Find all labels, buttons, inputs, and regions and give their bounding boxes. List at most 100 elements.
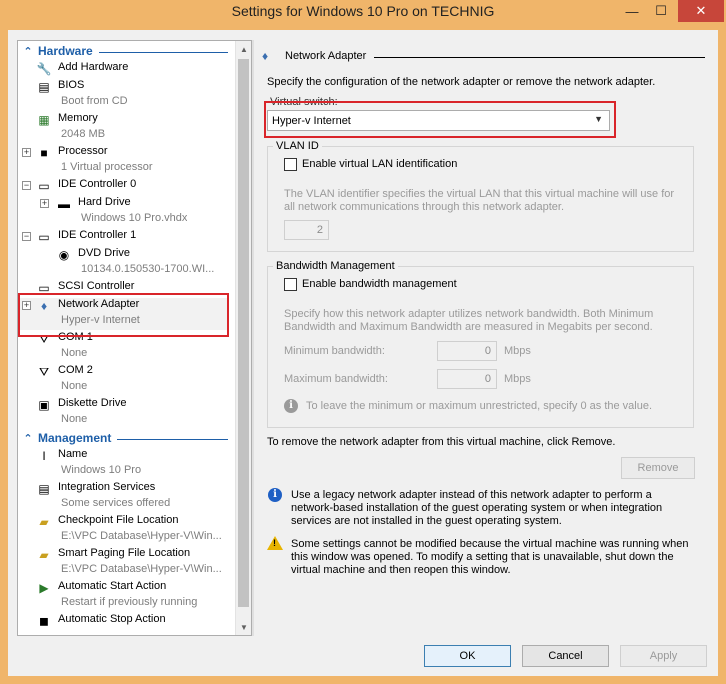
- tree-item-label: Checkpoint File Location: [58, 514, 179, 526]
- settings-tree: ⌃ Hardware 🔧 Add Hardware ▤ BIOS Boot fr…: [17, 40, 252, 636]
- tree-item-label: BIOS: [58, 79, 85, 91]
- tree-item-smart-paging-file-location[interactable]: ▰ Smart Paging File Location E:\VPC Data…: [18, 547, 228, 579]
- hard-drive-icon: ▬: [58, 197, 70, 211]
- tree-item-sub: Restart if previously running: [61, 596, 198, 608]
- tree-item-hard-drive[interactable]: + ▬ Hard Drive Windows 10 Pro.vhdx: [18, 196, 228, 228]
- enable-bandwidth-checkbox[interactable]: [284, 278, 297, 291]
- vlan-group-title: VLAN ID: [273, 140, 322, 152]
- enable-vlan-label: Enable virtual LAN identification: [302, 158, 458, 170]
- client-area: ⌃ Hardware 🔧 Add Hardware ▤ BIOS Boot fr…: [8, 30, 718, 676]
- folder-icon: ▰: [39, 515, 49, 529]
- panel-header: ♦ Network Adapter: [255, 48, 705, 64]
- tree-item-sub: Windows 10 Pro: [61, 464, 142, 476]
- remove-instructions: To remove the network adapter from this …: [267, 436, 616, 448]
- cancel-button[interactable]: Cancel: [522, 645, 609, 667]
- collapse-icon: ⌃: [23, 45, 33, 58]
- dvd-drive-icon: ◉: [58, 248, 70, 262]
- tree-item-label: SCSI Controller: [58, 280, 135, 292]
- tree-item-label: Automatic Stop Action: [58, 613, 166, 625]
- tree-item-label: Memory: [58, 112, 98, 124]
- tree-item-bios[interactable]: ▤ BIOS Boot from CD: [18, 79, 228, 111]
- tree-item-integration-services[interactable]: ▤ Integration Services Some services off…: [18, 481, 228, 513]
- min-bandwidth-unit: Mbps: [504, 345, 531, 357]
- apply-button[interactable]: Apply: [620, 645, 707, 667]
- tree-item-name[interactable]: I Name Windows 10 Pro: [18, 448, 228, 480]
- dialog-button-bar: OK Cancel Apply: [8, 636, 718, 676]
- tree-item-label: Hard Drive: [78, 196, 131, 208]
- info-icon: i: [284, 399, 298, 413]
- scroll-up-icon[interactable]: ▲: [236, 41, 251, 57]
- network-adapter-icon: ♦: [261, 49, 269, 63]
- legacy-adapter-info: Use a legacy network adapter instead of …: [291, 489, 663, 527]
- ide-controller-icon: ▭: [38, 230, 50, 244]
- collapse-node-icon[interactable]: −: [22, 232, 31, 241]
- tree-item-label: Name: [58, 448, 88, 460]
- collapse-node-icon[interactable]: −: [22, 181, 31, 190]
- expand-icon[interactable]: +: [22, 148, 31, 157]
- info-icon: i: [268, 488, 282, 502]
- running-vm-warning: Some settings cannot be modified because…: [291, 538, 689, 576]
- pane-splitter[interactable]: [252, 40, 254, 636]
- processor-icon: ■: [40, 146, 48, 160]
- tree-item-label: Diskette Drive: [58, 397, 127, 409]
- tree-item-label: IDE Controller 1: [58, 229, 137, 241]
- vlan-id-input[interactable]: 2: [284, 220, 329, 240]
- management-section-header[interactable]: ⌃ Management: [18, 430, 228, 446]
- min-bandwidth-label: Minimum bandwidth:: [284, 345, 385, 357]
- tree-scrollbar[interactable]: ▲ ▼: [235, 41, 251, 635]
- hardware-section-header[interactable]: ⌃ Hardware: [18, 43, 228, 59]
- tree-item-sub: None: [61, 413, 88, 425]
- details-pane: ♦ Network Adapter Specify the configurat…: [255, 40, 711, 636]
- tree-item-sub: Some services offered: [61, 497, 171, 509]
- enable-vlan-checkbox[interactable]: [284, 158, 297, 171]
- minimize-button[interactable]: —: [621, 0, 643, 22]
- tree-item-sub: E:\VPC Database\Hyper-V\Win...: [61, 563, 222, 575]
- bandwidth-group-title: Bandwidth Management: [273, 260, 398, 272]
- tree-item-sub: 1 Virtual processor: [61, 161, 153, 173]
- tree-item-label: Automatic Start Action: [58, 580, 167, 592]
- tree-item-sub: E:\VPC Database\Hyper-V\Win...: [61, 530, 222, 542]
- diskette-icon: ▣: [38, 398, 50, 412]
- tree-item-com-2[interactable]: ⛛ COM 2 None: [18, 364, 228, 396]
- tree-item-sub: 10134.0.150530-1700.WI...: [81, 263, 215, 275]
- remove-button[interactable]: Remove: [621, 457, 695, 479]
- vlan-group: VLAN ID Enable virtual LAN identificatio…: [267, 140, 694, 252]
- tree-item-sub: None: [61, 347, 88, 359]
- highlight-box: [18, 293, 229, 337]
- tree-item-diskette-drive[interactable]: ▣ Diskette Drive None: [18, 397, 228, 429]
- tree-item-memory[interactable]: ▦ Memory 2048 MB: [18, 112, 228, 144]
- tree-item-processor[interactable]: + ■ Processor 1 Virtual processor: [18, 145, 228, 177]
- memory-icon: ▦: [38, 113, 50, 127]
- maximize-button[interactable]: ☐: [650, 0, 672, 22]
- close-button[interactable]: ✕: [678, 0, 724, 22]
- ide-controller-icon: ▭: [38, 179, 50, 193]
- scrollbar-thumb[interactable]: [238, 59, 249, 607]
- settings-window: Settings for Windows 10 Pro on TECHNIG —…: [0, 0, 726, 684]
- panel-title: Network Adapter: [285, 50, 367, 62]
- min-bandwidth-input[interactable]: 0: [437, 341, 497, 361]
- tree-item-sub: Boot from CD: [61, 95, 128, 107]
- ok-button[interactable]: OK: [424, 645, 511, 667]
- title-bar[interactable]: Settings for Windows 10 Pro on TECHNIG —…: [0, 0, 726, 26]
- max-bandwidth-label: Maximum bandwidth:: [284, 373, 388, 385]
- tree-item-label: Add Hardware: [58, 61, 129, 73]
- management-section-label: Management: [38, 431, 112, 445]
- tree-item-checkpoint-file-location[interactable]: ▰ Checkpoint File Location E:\VPC Databa…: [18, 514, 228, 546]
- tree-item-label: IDE Controller 0: [58, 178, 137, 190]
- folder-icon: ▰: [39, 548, 49, 562]
- tree-item-automatic-start-action[interactable]: ▶ Automatic Start Action Restart if prev…: [18, 580, 228, 612]
- tree-item-dvd-drive[interactable]: ◉ DVD Drive 10134.0.150530-1700.WI...: [18, 247, 228, 279]
- tree-item-automatic-stop-action[interactable]: ◼ Automatic Stop Action: [18, 613, 228, 635]
- expand-icon[interactable]: +: [40, 199, 49, 208]
- tree-item-label: DVD Drive: [78, 247, 130, 259]
- bandwidth-help-text: Specify how this network adapter utilize…: [284, 308, 654, 333]
- max-bandwidth-input[interactable]: 0: [437, 369, 497, 389]
- integration-services-icon: ▤: [38, 482, 50, 496]
- tree-item-label: COM 2: [58, 364, 93, 376]
- add-hardware-icon: 🔧: [36, 62, 52, 76]
- tree-item-sub: 2048 MB: [61, 128, 106, 140]
- vlan-help-text: The VLAN identifier specifies the virtua…: [284, 188, 675, 213]
- auto-stop-icon: ◼: [39, 614, 49, 628]
- window-title: Settings for Windows 10 Pro on TECHNIG: [231, 3, 495, 19]
- scroll-down-icon[interactable]: ▼: [236, 619, 251, 635]
